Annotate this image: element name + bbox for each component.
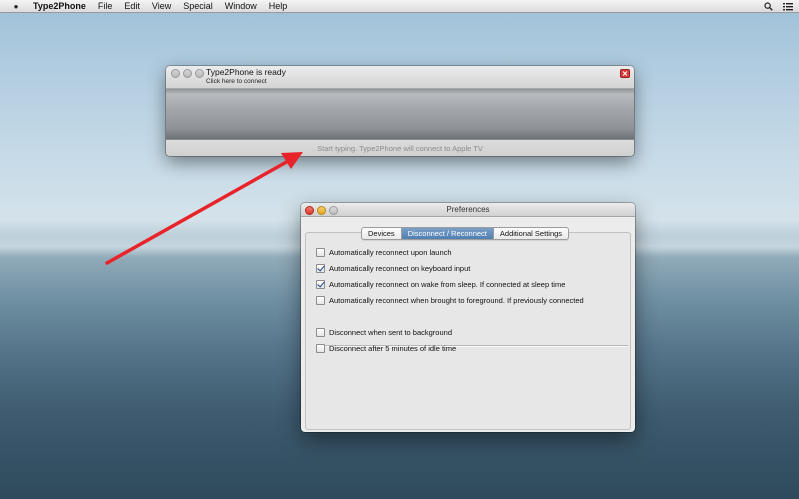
menu-edit[interactable]: Edit <box>124 1 140 11</box>
option-label: Automatically reconnect on wake from sle… <box>329 280 566 289</box>
reconnect-on-launch-option[interactable]: Automatically reconnect upon launch <box>316 248 452 257</box>
search-icon[interactable] <box>764 1 773 11</box>
typing-area[interactable] <box>166 89 634 139</box>
reconnect-on-foreground-checkbox[interactable] <box>316 296 325 305</box>
tab-disconnect-reconnect[interactable]: Disconnect / Reconnect <box>401 228 494 239</box>
status-title: Type2Phone is ready <box>206 67 286 77</box>
list-menu-icon[interactable] <box>783 2 793 11</box>
menu-view[interactable]: View <box>152 1 171 11</box>
settings-panel: Automatically reconnect upon launch Auto… <box>305 232 631 430</box>
reconnect-on-launch-checkbox[interactable] <box>316 248 325 257</box>
preferences-titlebar: Preferences <box>301 203 635 217</box>
apple-logo-icon[interactable]: ● <box>9 2 23 11</box>
close-window-button[interactable] <box>305 206 314 215</box>
option-label: Disconnect after 5 minutes of idle time <box>329 344 457 353</box>
reconnect-on-wake-option[interactable]: Automatically reconnect on wake from sle… <box>316 280 565 289</box>
disconnect-on-background-option[interactable]: Disconnect when sent to background <box>316 328 452 337</box>
menu-window[interactable]: Window <box>225 1 257 11</box>
menu-app-name[interactable]: Type2Phone <box>33 1 86 11</box>
option-label: Automatically reconnect upon launch <box>329 248 452 257</box>
disconnect-on-idle-checkbox[interactable] <box>316 344 325 353</box>
status-subtitle: Click here to connect <box>206 78 267 85</box>
menu-special[interactable]: Special <box>183 1 213 11</box>
type2phone-window: Type2Phone is ready Click here to connec… <box>166 66 634 156</box>
preferences-title: Preferences <box>446 205 490 214</box>
menu-bar: ● Type2Phone File Edit View Special Wind… <box>0 0 799 13</box>
tab-devices[interactable]: Devices <box>362 228 402 239</box>
option-label: Automatically reconnect on keyboard inpu… <box>329 264 471 273</box>
reconnect-on-keyboard-checkbox[interactable] <box>316 264 325 273</box>
minimize-window-button[interactable] <box>317 206 326 215</box>
menu-file[interactable]: File <box>98 1 113 11</box>
window-controls <box>171 69 204 78</box>
connection-status[interactable]: Type2Phone is ready Click here to connec… <box>206 68 286 86</box>
reconnect-on-foreground-option[interactable]: Automatically reconnect when brought to … <box>316 296 584 305</box>
reconnect-on-keyboard-option[interactable]: Automatically reconnect on keyboard inpu… <box>316 264 470 273</box>
typing-placeholder: Start typing. Type2Phone will connect to… <box>317 144 483 153</box>
disconnect-icon[interactable] <box>620 69 630 78</box>
disconnect-on-idle-option[interactable]: Disconnect after 5 minutes of idle time <box>316 344 456 353</box>
type2phone-titlebar: Type2Phone is ready Click here to connec… <box>166 66 634 89</box>
typing-input[interactable]: Start typing. Type2Phone will connect to… <box>166 139 634 156</box>
tab-additional-settings[interactable]: Additional Settings <box>494 228 568 239</box>
minimize-window-button[interactable] <box>183 69 192 78</box>
zoom-window-button[interactable] <box>329 206 338 215</box>
preferences-tabs: Devices Disconnect / Reconnect Additiona… <box>361 227 570 240</box>
reconnect-on-wake-checkbox[interactable] <box>316 280 325 289</box>
window-controls <box>305 206 338 215</box>
preferences-window: Preferences Automatically reconnect upon… <box>301 203 635 432</box>
zoom-window-button[interactable] <box>195 69 204 78</box>
option-label: Disconnect when sent to background <box>329 328 452 337</box>
menu-help[interactable]: Help <box>269 1 288 11</box>
disconnect-on-background-checkbox[interactable] <box>316 328 325 337</box>
close-window-button[interactable] <box>171 69 180 78</box>
option-label: Automatically reconnect when brought to … <box>329 296 584 305</box>
